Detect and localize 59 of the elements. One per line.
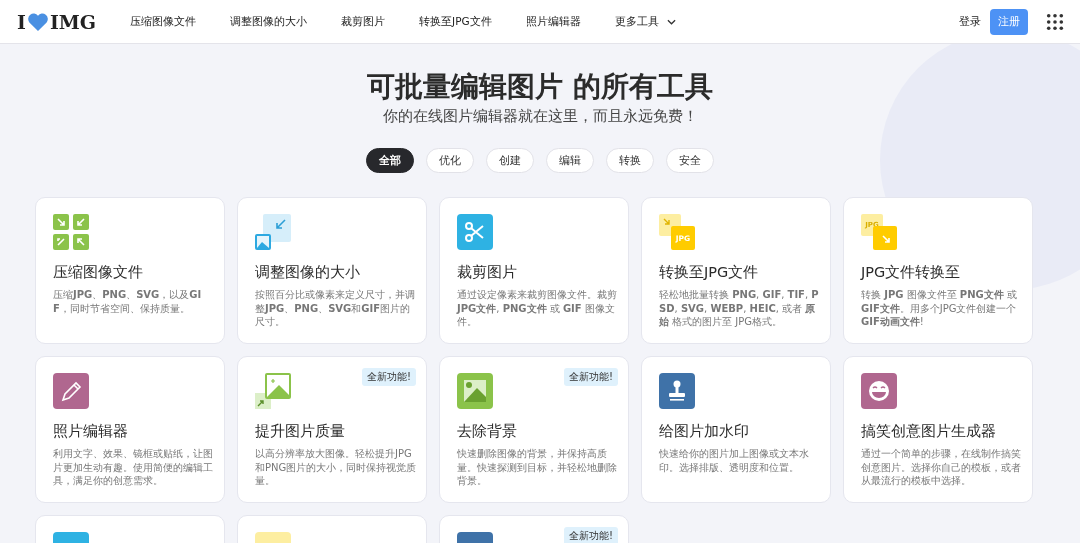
compress-icon [53, 214, 89, 250]
pencil-icon [53, 373, 89, 409]
new-badge: 全新功能! [564, 368, 618, 386]
card-description: 通过设定像素来裁剪图像文件。裁剪JPG文件, PNG文件 或 GIF 图像文件。 [457, 288, 618, 329]
nav-link[interactable]: 调整图像的大小 [230, 14, 308, 29]
card-title: 调整图像的大小 [255, 263, 361, 282]
card-title: 压缩图像文件 [53, 263, 144, 282]
heart-icon [26, 11, 49, 32]
card-description: 轻松地批量转换 PNG, GIF, TIF, PSD, SVG, WEBP, HEIC, 或者 原始 格式的图片至 JPG格式。 [659, 288, 820, 329]
tool-card[interactable]: 调整图像的大小 按照百分比或像素来定义尺寸，并调整JPG、PNG、SVG和GIF图片的尺寸。 [237, 197, 427, 344]
card-title: JPG文件转换至 [861, 263, 962, 282]
card-title: 转换至JPG文件 [659, 263, 760, 282]
card-description: 通过一个简单的步骤，在线制作搞笑创意图片。选择你自己的模板，或者从最流行的模板中选择。 [861, 447, 1022, 488]
card-description: 快速删除图像的背景，并保持高质量。快速探测到目标，并轻松地删除背景。 [457, 447, 618, 488]
stamp-icon [659, 373, 695, 409]
tool-card[interactable]: 照片编辑器 利用文字、效果、镜框或贴纸，让图片更加生动有趣。使用简便的编辑工具，满足你的创意需求。 [35, 356, 225, 503]
logo-text: I [17, 10, 26, 33]
new-badge: 全新功能! [362, 368, 416, 386]
card-description: 以高分辨率放大图像。轻松提升JPG和PNG图片的大小，同时保持视觉质量。 [255, 447, 418, 488]
upscale-image-icon [255, 373, 291, 409]
page-subtitle: 你的在线图片编辑器就在这里，而且永远免费！ [382, 106, 698, 126]
login-link[interactable]: 登录 [959, 14, 981, 29]
resize-icon [255, 214, 291, 250]
card-title: 提升图片质量 [255, 422, 346, 441]
filter-tab[interactable]: 转换 [606, 148, 654, 173]
card-title: 照片编辑器 [53, 422, 129, 441]
card-description: 按照百分比或像素来定义尺寸，并调整JPG、PNG、SVG和GIF图片的尺寸。 [255, 288, 416, 329]
nav-link[interactable]: 压缩图像文件 [130, 14, 197, 29]
card-description: 压缩JPG、PNG、SVG，以及GIF，同时节省空间、保持质量。 [53, 288, 203, 315]
new-badge: 全新功能! [564, 527, 618, 543]
filter-tab[interactable]: 创建 [486, 148, 534, 173]
filter-tab[interactable]: 优化 [426, 148, 474, 173]
tool-card[interactable]: 搞笑创意图片生成器 通过一个简单的步骤，在线制作搞笑创意图片。选择你自己的模板，或者从最流行的模板中选择。 [843, 356, 1033, 503]
tool-card[interactable]: 给图片加水印 快速给你的图片加上图像或文本水印。选择排版、透明度和位置。 [641, 356, 831, 503]
nav-link[interactable]: 照片编辑器 [525, 14, 581, 29]
nav-link[interactable]: 裁剪图片 [341, 14, 386, 29]
filter-tab[interactable]: 安全 [666, 148, 714, 173]
page-title: 可批量编辑图片 的所有工具 [367, 69, 713, 105]
card-title: 给图片加水印 [659, 422, 750, 441]
card-description: 转换 JPG 图像文件至 PNG文件 或 GIF文件。用多个JPG文件创建一个GIF动画文件! [861, 288, 1018, 329]
tool-card[interactable]: 全新功能! [439, 515, 629, 543]
card-description: 利用文字、效果、镜框或贴纸，让图片更加生动有趣。使用简便的编辑工具，满足你的创意需求。 [53, 447, 214, 488]
card-title: 去除背景 [457, 422, 518, 441]
tool-card[interactable]: 压缩图像文件 压缩JPG、PNG、SVG，以及GIF，同时节省空间、保持质量。 [35, 197, 225, 344]
apps-grid-icon[interactable] [1046, 12, 1064, 31]
laughing-face-icon [861, 373, 897, 409]
nav-link[interactable]: 更多工具 [614, 14, 676, 29]
tool-card[interactable]: 全新功能! 去除背景 快速删除图像的背景，并保持高质量。快速探测到目标，并轻松地删除背景。 [439, 356, 629, 503]
tool-card[interactable]: 裁剪图片 通过设定像素来裁剪图像文件。裁剪JPG文件, PNG文件 或 GIF 图像文件。 [439, 197, 629, 344]
card-description: 快速给你的图片加上图像或文本水印。选择排版、透明度和位置。 [659, 447, 810, 474]
filter-tab[interactable]: 编辑 [546, 148, 594, 173]
card-title: 搞笑创意图片生成器 [861, 422, 997, 441]
remove-background-icon [457, 373, 493, 409]
filter-tab[interactable]: 全部 [366, 148, 414, 173]
tool-card[interactable]: 全新功能! 提升图片质量 以高分辨率放大图像。轻松提升JPG和PNG图片的大小，同时保持视觉质量。 [237, 356, 427, 503]
nav-link[interactable]: 转换至JPG文件 [419, 14, 492, 29]
card-title: 裁剪图片 [457, 263, 518, 282]
scissors-icon [457, 214, 493, 250]
logo-text: IMG [49, 10, 97, 33]
